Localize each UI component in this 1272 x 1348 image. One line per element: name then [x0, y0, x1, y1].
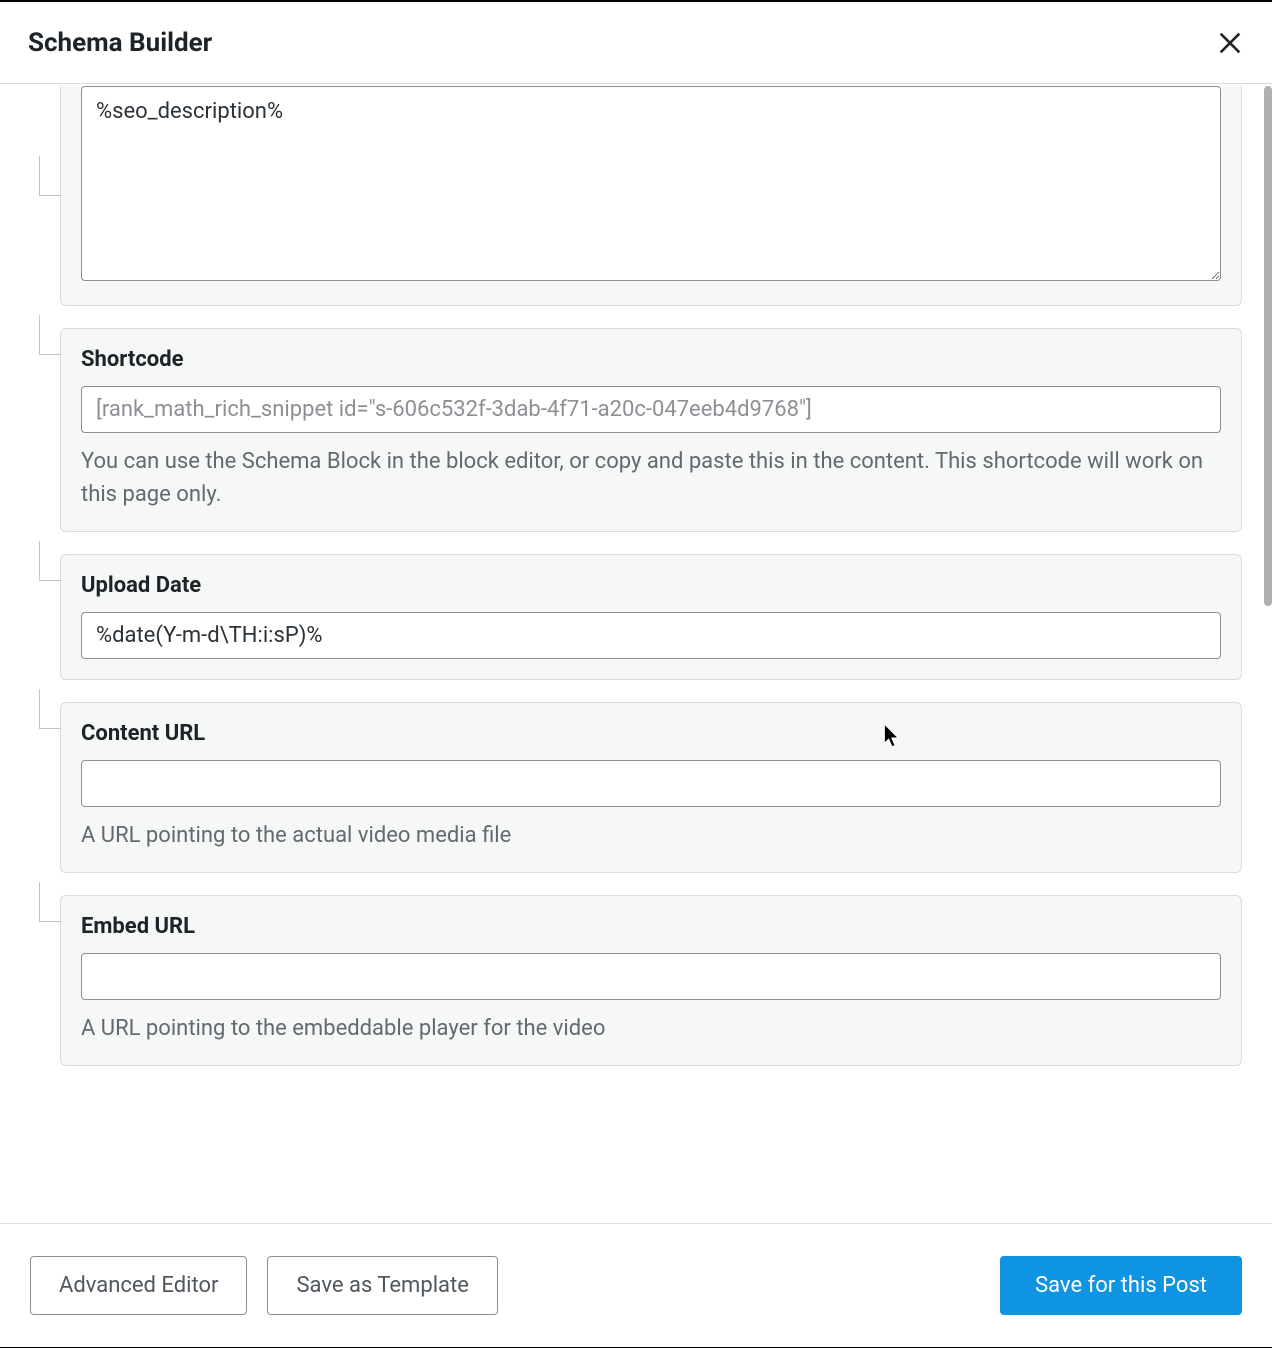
description-textarea[interactable] [81, 86, 1221, 281]
field-content-url: Content URL A URL pointing to the actual… [60, 702, 1242, 873]
shortcode-help: You can use the Schema Block in the bloc… [81, 445, 1221, 511]
field-embed-url: Embed URL A URL pointing to the embeddab… [60, 895, 1242, 1066]
close-icon[interactable] [1216, 29, 1244, 57]
content-url-help: A URL pointing to the actual video media… [81, 819, 1221, 852]
modal-header: Schema Builder [0, 2, 1272, 84]
shortcode-input[interactable] [81, 386, 1221, 433]
field-shortcode: Shortcode You can use the Schema Block i… [60, 328, 1242, 532]
modal-footer: Advanced Editor Save as Template Save fo… [0, 1223, 1272, 1347]
save-for-post-button[interactable]: Save for this Post [1000, 1256, 1242, 1315]
scrollbar[interactable] [1264, 86, 1272, 606]
modal-body[interactable]: Shortcode You can use the Schema Block i… [0, 86, 1272, 1223]
content-url-label: Content URL [81, 721, 1221, 746]
upload-date-input[interactable] [81, 612, 1221, 659]
upload-date-label: Upload Date [81, 573, 1221, 598]
embed-url-label: Embed URL [81, 914, 1221, 939]
field-upload-date: Upload Date [60, 554, 1242, 680]
save-as-template-button[interactable]: Save as Template [267, 1256, 497, 1315]
advanced-editor-button[interactable]: Advanced Editor [30, 1256, 247, 1315]
modal-title: Schema Builder [28, 28, 212, 58]
shortcode-label: Shortcode [81, 347, 1221, 372]
content-url-input[interactable] [81, 760, 1221, 807]
embed-url-input[interactable] [81, 953, 1221, 1000]
field-description [60, 86, 1242, 306]
embed-url-help: A URL pointing to the embeddable player … [81, 1012, 1221, 1045]
